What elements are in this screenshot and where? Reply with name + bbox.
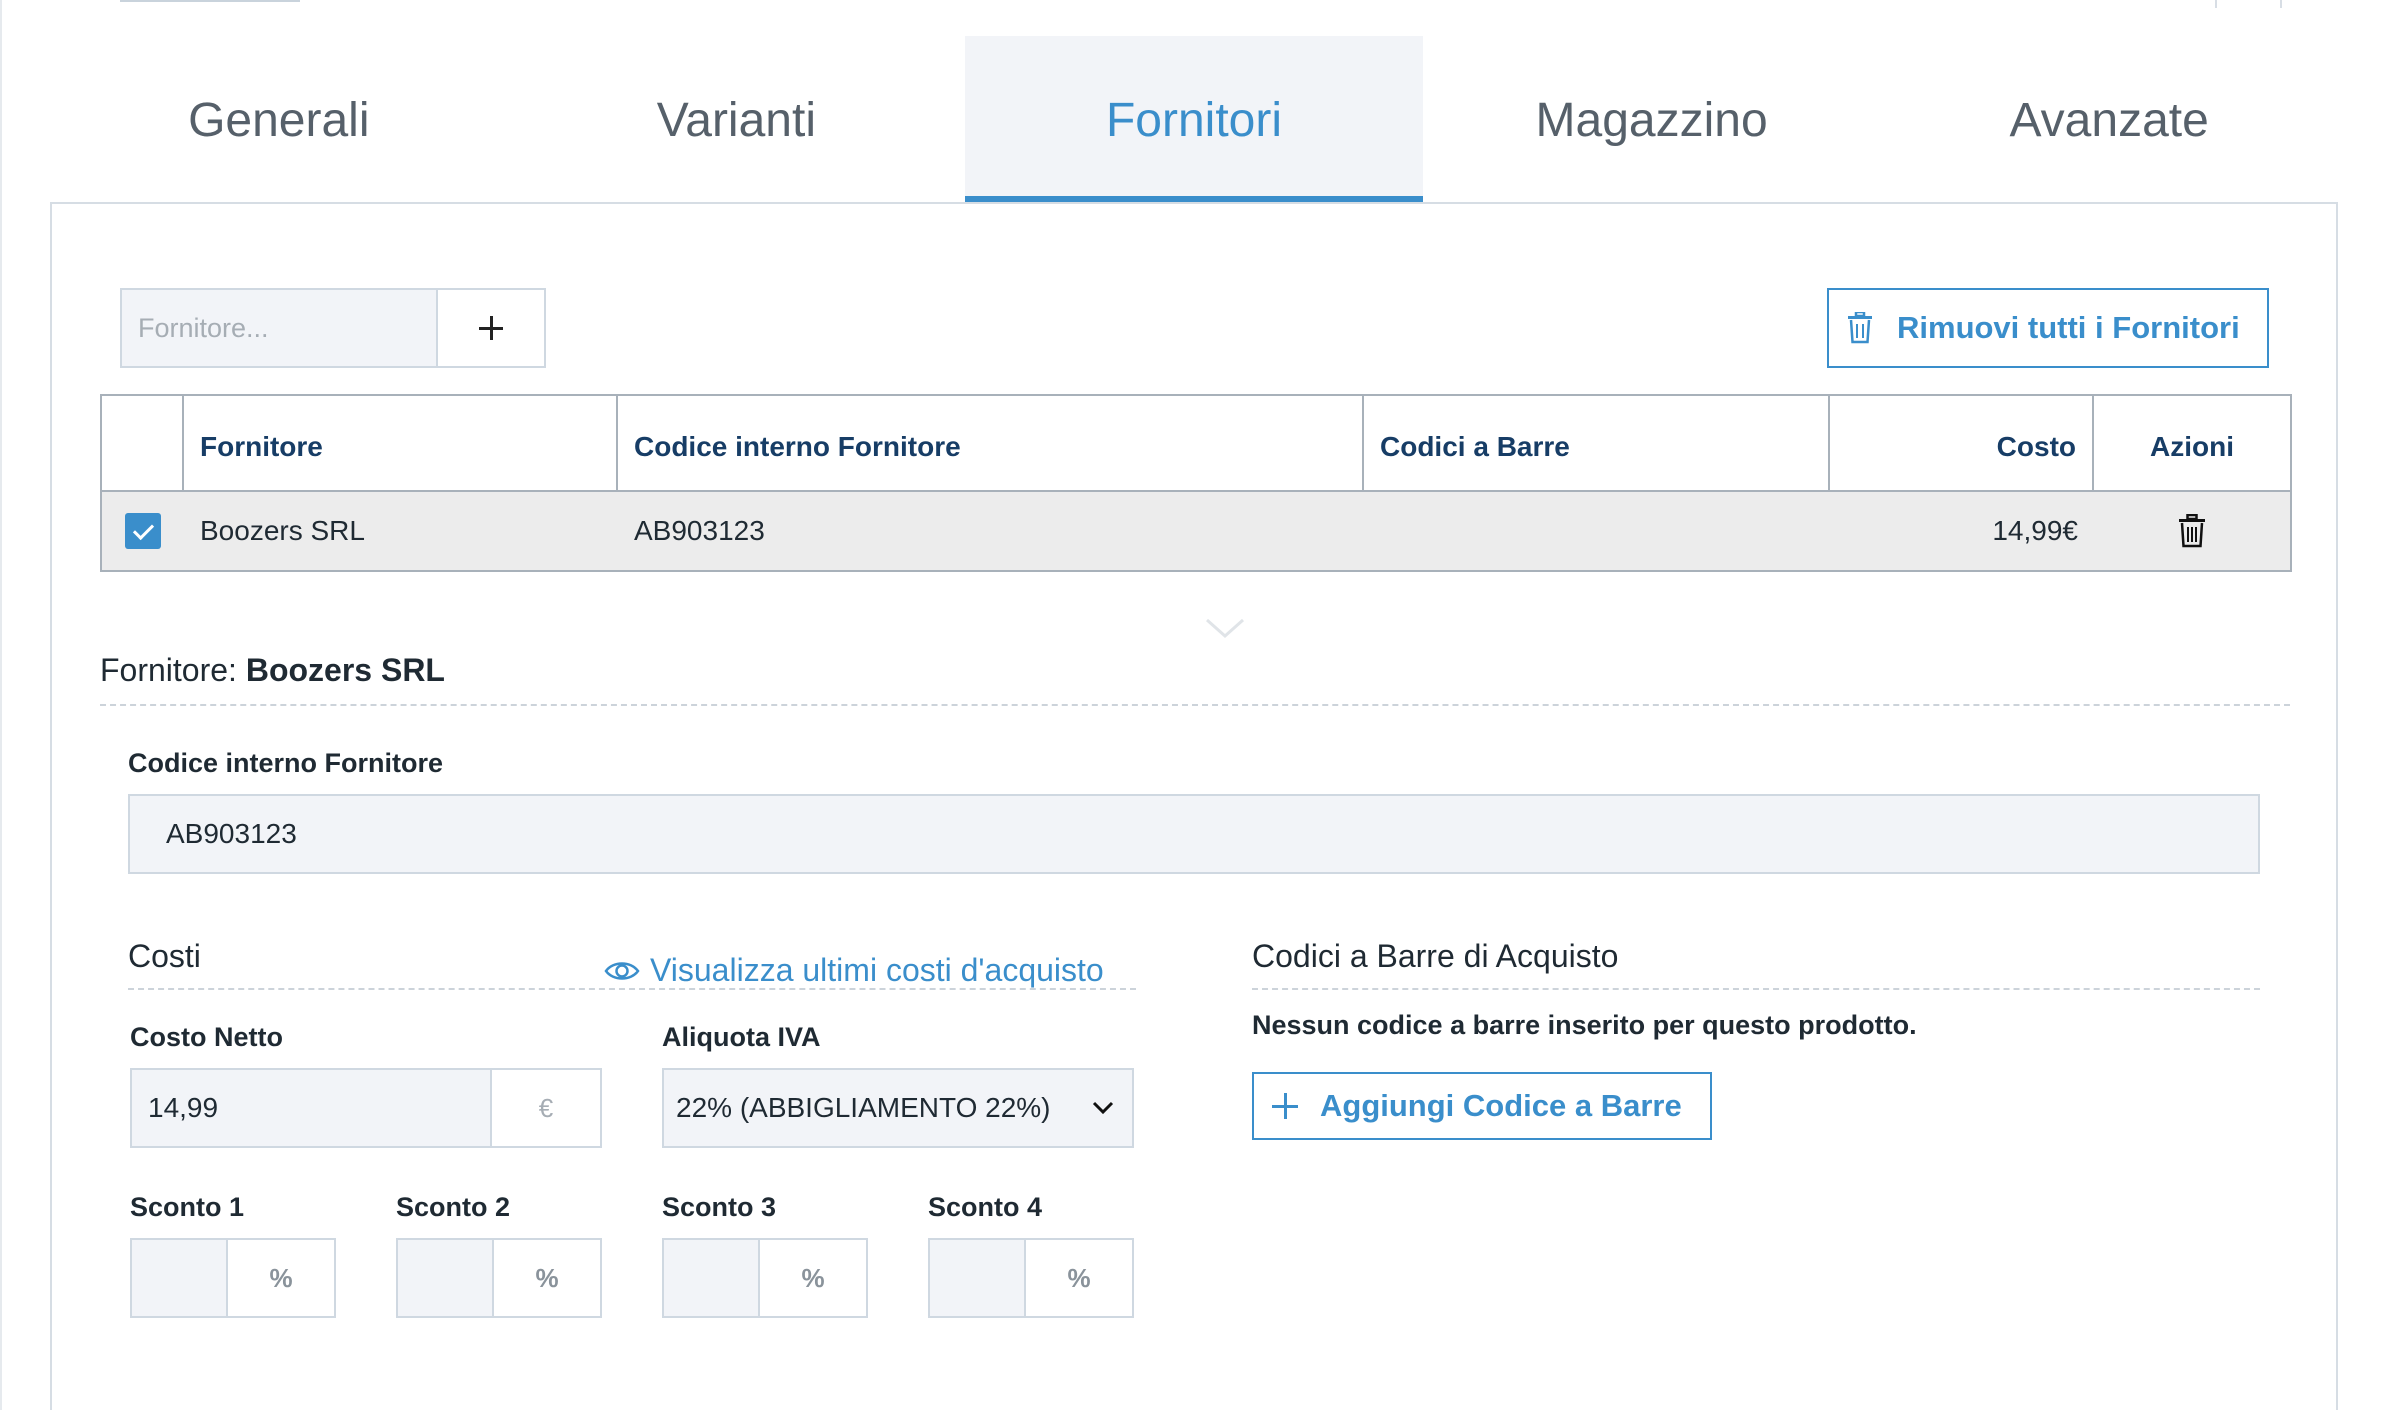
codice-label: Codice interno Fornitore xyxy=(128,748,444,778)
row-costo: 14,99€ xyxy=(1992,515,2078,546)
header-codice[interactable]: Codice interno Fornitore xyxy=(618,396,1364,490)
costo-netto-input[interactable] xyxy=(132,1070,492,1146)
row-fornitore: Boozers SRL xyxy=(200,515,365,546)
detail-title-prefix: Fornitore: xyxy=(100,652,237,688)
sconto-4-group: % xyxy=(928,1238,1134,1318)
header-costo[interactable]: Costo xyxy=(1830,396,2094,490)
tab-bar: Generali Varianti Fornitori Magazzino Av… xyxy=(50,36,2338,204)
table-row[interactable]: Boozers SRL AB903123 14,99€ xyxy=(102,492,2290,570)
sconto-3-input[interactable] xyxy=(664,1240,760,1316)
chevron-down-icon[interactable] xyxy=(1205,618,1245,640)
remove-all-suppliers-button[interactable]: Rimuovi tutti i Fornitori xyxy=(1827,288,2269,368)
currency-addon: € xyxy=(538,1092,554,1123)
header-fornitore[interactable]: Fornitore xyxy=(184,396,618,490)
plus-icon xyxy=(1272,1093,1298,1119)
add-barcode-button[interactable]: Aggiungi Codice a Barre xyxy=(1252,1072,1712,1140)
percent-addon: % xyxy=(1067,1262,1091,1293)
tab-generali[interactable]: Generali xyxy=(50,36,508,204)
row-checkbox[interactable] xyxy=(125,513,161,549)
detail-title: Fornitore: Boozers SRL xyxy=(100,652,445,689)
add-supplier-button[interactable] xyxy=(438,290,544,366)
costo-netto-group: € xyxy=(130,1068,602,1148)
supplier-search-input[interactable] xyxy=(122,290,438,366)
percent-addon: % xyxy=(801,1262,825,1293)
tab-avanzate[interactable]: Avanzate xyxy=(1880,36,2338,204)
codice-interno-input[interactable] xyxy=(128,794,2260,874)
barcodes-title: Codici a Barre di Acquisto xyxy=(1252,938,1619,974)
header-codici-barre[interactable]: Codici a Barre xyxy=(1364,396,1830,490)
plus-icon xyxy=(479,316,503,340)
remove-all-label: Rimuovi tutti i Fornitori xyxy=(1897,310,2240,345)
top-edge xyxy=(0,0,2392,8)
tab-varianti[interactable]: Varianti xyxy=(508,36,966,204)
sconto-4-label: Sconto 4 xyxy=(928,1192,1043,1222)
row-select-cell xyxy=(102,492,184,570)
sconto-3-group: % xyxy=(662,1238,868,1318)
trash-icon xyxy=(1848,312,1872,344)
divider xyxy=(100,704,2290,706)
table-header: Fornitore Codice interno Fornitore Codic… xyxy=(102,396,2290,492)
costi-title: Costi xyxy=(128,938,201,974)
sconto-3-label: Sconto 3 xyxy=(662,1192,777,1222)
row-codici-barre xyxy=(1364,492,1830,570)
costo-netto-label: Costo Netto xyxy=(130,1022,283,1052)
divider xyxy=(1252,988,2260,990)
left-edge xyxy=(0,0,2,1410)
view-last-costs-label: Visualizza ultimi costi d'acquisto xyxy=(650,952,1104,988)
row-codice: AB903123 xyxy=(634,515,765,546)
sconto-1-input[interactable] xyxy=(132,1240,228,1316)
barcodes-empty-message: Nessun codice a barre inserito per quest… xyxy=(1252,1010,1917,1040)
eye-icon xyxy=(604,961,640,980)
sconto-1-group: % xyxy=(130,1238,336,1318)
view-last-costs-link[interactable]: Visualizza ultimi costi d'acquisto xyxy=(604,952,1104,989)
suppliers-table: Fornitore Codice interno Fornitore Codic… xyxy=(100,394,2292,572)
percent-addon: % xyxy=(269,1262,293,1293)
tab-fornitori[interactable]: Fornitori xyxy=(965,36,1423,204)
sconto-2-group: % xyxy=(396,1238,602,1318)
percent-addon: % xyxy=(535,1262,559,1293)
iva-select[interactable]: 22% (ABBIGLIAMENTO 22%) xyxy=(662,1068,1134,1148)
add-barcode-label: Aggiungi Codice a Barre xyxy=(1320,1088,1682,1123)
header-azioni: Azioni xyxy=(2150,431,2234,462)
sconto-1-label: Sconto 1 xyxy=(130,1192,245,1222)
supplier-search-group xyxy=(120,288,546,368)
tab-magazzino[interactable]: Magazzino xyxy=(1423,36,1881,204)
sconto-2-label: Sconto 2 xyxy=(396,1192,511,1222)
sconto-4-input[interactable] xyxy=(930,1240,1026,1316)
chevron-down-icon xyxy=(1092,1101,1114,1115)
header-select xyxy=(102,396,184,490)
detail-title-name: Boozers SRL xyxy=(245,652,445,688)
sconto-2-input[interactable] xyxy=(398,1240,494,1316)
trash-icon[interactable] xyxy=(2178,514,2206,548)
iva-label: Aliquota IVA xyxy=(662,1022,821,1052)
row-actions xyxy=(2094,492,2290,570)
iva-selected-value: 22% (ABBIGLIAMENTO 22%) xyxy=(676,1092,1051,1123)
